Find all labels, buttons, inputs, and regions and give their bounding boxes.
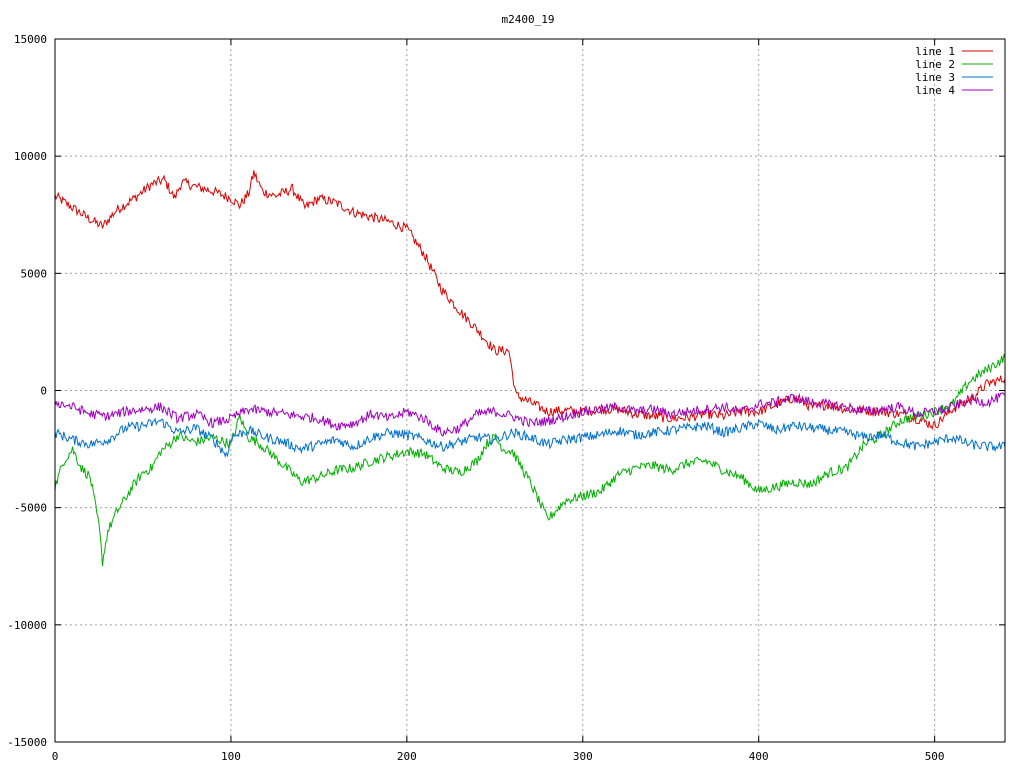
y-tick-label: 5000 xyxy=(21,267,48,280)
x-tick-label: 200 xyxy=(397,750,417,763)
grid xyxy=(55,39,1005,742)
line-chart: m2400_19 0 100 200 300 400 500 -15000 -10000 -50… xyxy=(7,13,1006,763)
axis-ticks: 0 100 200 300 400 500 -15000 -10000 -5000 0 5000 10… xyxy=(7,33,1005,763)
y-tick-label: -5000 xyxy=(14,502,47,515)
x-tick-label: 300 xyxy=(573,750,593,763)
series-group xyxy=(54,170,1006,567)
legend-label-3: line 3 xyxy=(915,71,955,84)
series-line-2 xyxy=(54,352,1006,567)
legend-label-4: line 4 xyxy=(915,84,955,97)
x-tick-label: 500 xyxy=(925,750,945,763)
legend: line 1line 2line 3line 4 xyxy=(915,45,993,97)
x-tick-label: 100 xyxy=(221,750,241,763)
y-tick-label: -10000 xyxy=(7,619,47,632)
y-tick-label: 0 xyxy=(40,385,47,398)
legend-label-1: line 1 xyxy=(915,45,955,58)
y-tick-label: -15000 xyxy=(7,736,47,749)
series-line-1 xyxy=(54,170,1006,431)
y-tick-label: 15000 xyxy=(14,33,47,46)
chart-title: m2400_19 xyxy=(502,13,555,26)
x-tick-label: 0 xyxy=(52,750,59,763)
legend-label-2: line 2 xyxy=(915,58,955,71)
x-tick-label: 400 xyxy=(749,750,769,763)
y-tick-label: 10000 xyxy=(14,150,47,163)
